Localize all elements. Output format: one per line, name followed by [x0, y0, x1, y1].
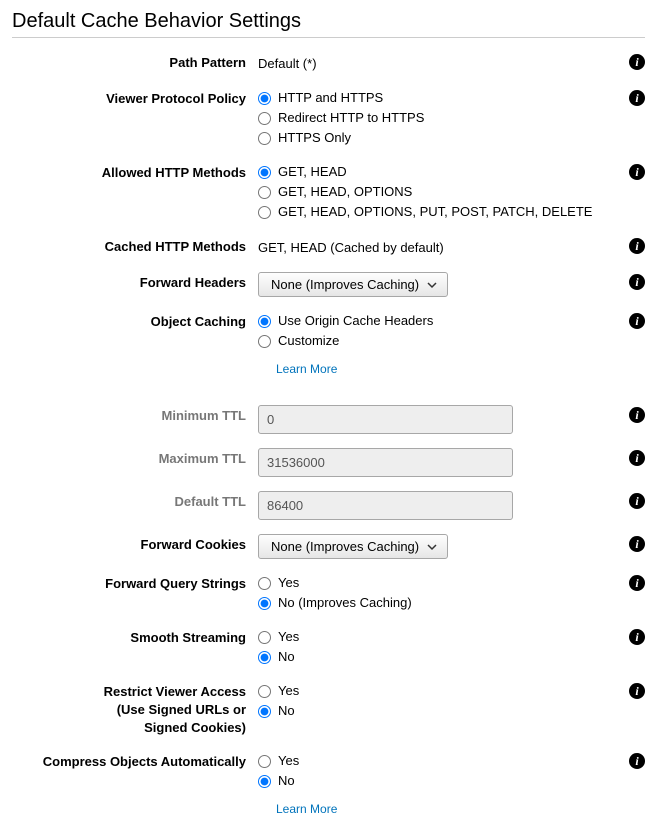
label-path-pattern: Path Pattern — [12, 52, 258, 72]
radio-ss-yes[interactable]: Yes — [258, 627, 615, 647]
control-forward-query-strings: Yes No (Improves Caching) — [258, 573, 645, 613]
label-maximum-ttl: Maximum TTL — [12, 448, 258, 468]
control-maximum-ttl — [258, 448, 645, 477]
control-object-caching: Use Origin Cache Headers Customize Learn… — [258, 311, 645, 379]
control-compress-objects: Yes No Learn More — [258, 751, 645, 819]
input-default-ttl[interactable] — [258, 491, 513, 520]
radio-ahm-get-head-options[interactable]: GET, HEAD, OPTIONS — [258, 182, 615, 202]
row-minimum-ttl: Minimum TTL i — [12, 405, 645, 434]
control-smooth-streaming: Yes No — [258, 627, 645, 667]
radio-co-yes[interactable]: Yes — [258, 751, 615, 771]
row-forward-query-strings: Forward Query Strings Yes No (Improves C… — [12, 573, 645, 613]
value-cached-http-methods: GET, HEAD (Cached by default) — [258, 236, 645, 258]
info-icon[interactable]: i — [629, 629, 645, 645]
info-icon[interactable]: i — [629, 238, 645, 254]
radio-ahm-get-head[interactable]: GET, HEAD — [258, 162, 615, 182]
label-allowed-http-methods: Allowed HTTP Methods — [12, 162, 258, 182]
label-minimum-ttl: Minimum TTL — [12, 405, 258, 425]
select-forward-cookies[interactable]: None (Improves Caching) — [258, 534, 448, 559]
info-icon[interactable]: i — [629, 536, 645, 552]
label-restrict-viewer-access: Restrict Viewer Access (Use Signed URLs … — [12, 681, 258, 737]
chevron-down-icon — [427, 280, 437, 290]
radio-rva-no[interactable]: No — [258, 701, 615, 721]
info-icon[interactable]: i — [629, 450, 645, 466]
radio-fqs-no[interactable]: No (Improves Caching) — [258, 593, 615, 613]
info-icon[interactable]: i — [629, 407, 645, 423]
radio-co-no[interactable]: No — [258, 771, 615, 791]
section-title: Default Cache Behavior Settings — [12, 10, 645, 38]
label-viewer-protocol-policy: Viewer Protocol Policy — [12, 88, 258, 108]
row-cached-http-methods: Cached HTTP Methods GET, HEAD (Cached by… — [12, 236, 645, 258]
row-restrict-viewer-access: Restrict Viewer Access (Use Signed URLs … — [12, 681, 645, 737]
label-forward-cookies: Forward Cookies — [12, 534, 258, 554]
info-icon[interactable]: i — [629, 274, 645, 290]
control-forward-cookies: None (Improves Caching) — [258, 534, 645, 559]
radio-oc-origin[interactable]: Use Origin Cache Headers — [258, 311, 615, 331]
info-icon[interactable]: i — [629, 164, 645, 180]
info-icon[interactable]: i — [629, 575, 645, 591]
info-icon[interactable]: i — [629, 493, 645, 509]
radio-ss-no[interactable]: No — [258, 647, 615, 667]
chevron-down-icon — [427, 542, 437, 552]
row-viewer-protocol-policy: Viewer Protocol Policy HTTP and HTTPS Re… — [12, 88, 645, 148]
row-smooth-streaming: Smooth Streaming Yes No i — [12, 627, 645, 667]
control-default-ttl — [258, 491, 645, 520]
row-allowed-http-methods: Allowed HTTP Methods GET, HEAD GET, HEAD… — [12, 162, 645, 222]
control-minimum-ttl — [258, 405, 645, 434]
radio-oc-customize[interactable]: Customize — [258, 331, 615, 351]
label-smooth-streaming: Smooth Streaming — [12, 627, 258, 647]
radio-ahm-all[interactable]: GET, HEAD, OPTIONS, PUT, POST, PATCH, DE… — [258, 202, 615, 222]
label-default-ttl: Default TTL — [12, 491, 258, 511]
learn-more-link[interactable]: Learn More — [276, 359, 337, 379]
info-icon[interactable]: i — [629, 753, 645, 769]
learn-more-link[interactable]: Learn More — [276, 799, 337, 819]
input-minimum-ttl[interactable] — [258, 405, 513, 434]
label-object-caching: Object Caching — [12, 311, 258, 331]
input-maximum-ttl[interactable] — [258, 448, 513, 477]
radio-vpp-http-and-https[interactable]: HTTP and HTTPS — [258, 88, 615, 108]
row-path-pattern: Path Pattern Default (*) i — [12, 52, 645, 74]
control-viewer-protocol-policy: HTTP and HTTPS Redirect HTTP to HTTPS HT… — [258, 88, 645, 148]
info-icon[interactable]: i — [629, 313, 645, 329]
radio-fqs-yes[interactable]: Yes — [258, 573, 615, 593]
row-compress-objects: Compress Objects Automatically Yes No Le… — [12, 751, 645, 819]
radio-vpp-redirect[interactable]: Redirect HTTP to HTTPS — [258, 108, 615, 128]
row-forward-cookies: Forward Cookies None (Improves Caching) … — [12, 534, 645, 559]
label-forward-query-strings: Forward Query Strings — [12, 573, 258, 593]
select-forward-headers[interactable]: None (Improves Caching) — [258, 272, 448, 297]
control-forward-headers: None (Improves Caching) — [258, 272, 645, 297]
info-icon[interactable]: i — [629, 683, 645, 699]
label-forward-headers: Forward Headers — [12, 272, 258, 292]
label-cached-http-methods: Cached HTTP Methods — [12, 236, 258, 256]
radio-vpp-https-only[interactable]: HTTPS Only — [258, 128, 615, 148]
radio-rva-yes[interactable]: Yes — [258, 681, 615, 701]
control-restrict-viewer-access: Yes No — [258, 681, 645, 721]
value-path-pattern: Default (*) — [258, 52, 645, 74]
row-object-caching: Object Caching Use Origin Cache Headers … — [12, 311, 645, 379]
row-maximum-ttl: Maximum TTL i — [12, 448, 645, 477]
info-icon[interactable]: i — [629, 54, 645, 70]
row-forward-headers: Forward Headers None (Improves Caching) … — [12, 272, 645, 297]
control-allowed-http-methods: GET, HEAD GET, HEAD, OPTIONS GET, HEAD, … — [258, 162, 645, 222]
label-compress-objects: Compress Objects Automatically — [12, 751, 258, 771]
row-default-ttl: Default TTL i — [12, 491, 645, 520]
settings-form: Path Pattern Default (*) i Viewer Protoc… — [12, 52, 645, 819]
info-icon[interactable]: i — [629, 90, 645, 106]
